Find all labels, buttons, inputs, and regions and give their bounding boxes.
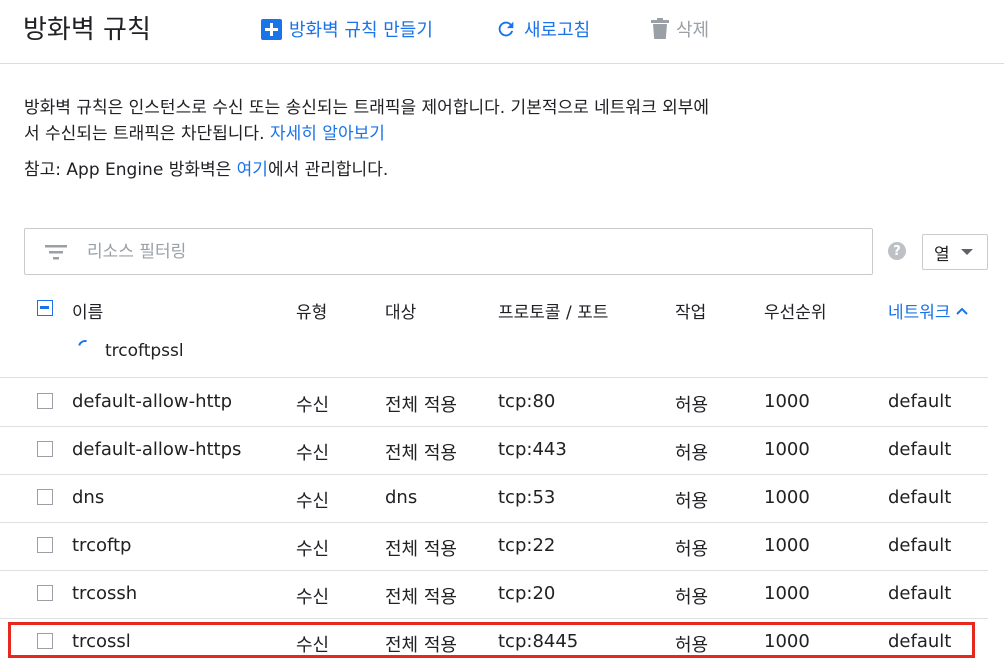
delete-button[interactable]: 삭제 [651, 14, 709, 44]
rule-protocol-port: tcp:443 [498, 439, 567, 460]
loading-spinner-icon [75, 337, 95, 357]
page-title: 방화벽 규칙 [23, 15, 151, 45]
column-header-name[interactable]: 이름 [72, 298, 103, 323]
filter-icon [45, 244, 67, 259]
table-row[interactable]: default-allow-http 수신 전체 적용 tcp:80 허용 10… [0, 378, 988, 427]
rule-protocol-port: tcp:8445 [498, 631, 579, 652]
note-suffix: 에서 관리합니다. [267, 160, 389, 180]
group-row: trcoftpssl [0, 330, 988, 378]
rule-target: 전체 적용 [385, 587, 457, 608]
row-checkbox[interactable] [37, 489, 53, 505]
add-box-icon [261, 18, 282, 40]
rule-name-link[interactable]: trcossh [72, 583, 137, 604]
rule-type: 수신 [296, 539, 330, 560]
rule-network-link[interactable]: default [888, 439, 951, 460]
rule-network-link[interactable]: default [888, 631, 951, 652]
row-checkbox[interactable] [37, 441, 53, 457]
table-row[interactable]: dns 수신 dns tcp:53 허용 1000 default [0, 474, 988, 523]
rule-protocol-port: tcp:80 [498, 391, 556, 412]
page-description: 방화벽 규칙은 인스턴스로 수신 또는 송신되는 트래픽을 제어합니다. 기본적… [24, 95, 724, 147]
note-prefix: 참고: App Engine 방화벽은 [24, 160, 237, 180]
refresh-label: 새로고침 [524, 20, 591, 41]
rule-name-link[interactable]: default-allow-https [72, 439, 241, 460]
table-row[interactable]: trcossl 수신 전체 적용 tcp:8445 허용 1000 defaul… [0, 618, 988, 666]
columns-button[interactable]: 열 [922, 234, 988, 270]
rule-type: 수신 [296, 587, 330, 608]
column-header-network-label: 네트워크 [888, 303, 951, 323]
select-all-checkbox[interactable] [37, 300, 53, 316]
rule-priority: 1000 [764, 391, 810, 412]
help-icon[interactable]: ? [888, 242, 906, 260]
create-firewall-rule-label: 방화벽 규칙 만들기 [289, 20, 433, 41]
create-firewall-rule-button[interactable]: 방화벽 규칙 만들기 [261, 14, 433, 44]
row-checkbox[interactable] [37, 585, 53, 601]
rule-priority: 1000 [764, 487, 810, 508]
rule-action: 허용 [675, 491, 709, 512]
table-row[interactable]: trcossh 수신 전체 적용 tcp:20 허용 1000 default [0, 570, 988, 619]
refresh-icon [498, 21, 514, 37]
rule-priority: 1000 [764, 631, 810, 652]
rule-network-link[interactable]: default [888, 583, 951, 604]
rule-network-link[interactable]: default [888, 391, 951, 412]
rule-action: 허용 [675, 587, 709, 608]
rule-action: 허용 [675, 539, 709, 560]
rule-priority: 1000 [764, 439, 810, 460]
columns-label: 열 [934, 244, 950, 265]
app-engine-note: 참고: App Engine 방화벽은 여기에서 관리합니다. [24, 157, 388, 183]
rule-action: 허용 [675, 395, 709, 416]
delete-label: 삭제 [676, 20, 710, 41]
table-row[interactable]: trcoftp 수신 전체 적용 tcp:22 허용 1000 default [0, 522, 988, 571]
column-header-type[interactable]: 유형 [296, 298, 327, 323]
rule-type: 수신 [296, 635, 330, 656]
column-header-target[interactable]: 대상 [385, 298, 416, 323]
row-checkbox[interactable] [37, 537, 53, 553]
column-header-protocol-port[interactable]: 프로토콜 / 포트 [498, 298, 608, 323]
group-label: trcoftpssl [105, 341, 184, 361]
row-checkbox[interactable] [37, 393, 53, 409]
rule-type: 수신 [296, 491, 330, 512]
rule-protocol-port: tcp:53 [498, 487, 556, 508]
rule-priority: 1000 [764, 583, 810, 604]
rule-protocol-port: tcp:22 [498, 535, 556, 556]
rule-name-link[interactable]: dns [72, 487, 104, 508]
table-row[interactable]: default-allow-https 수신 전체 적용 tcp:443 허용 … [0, 426, 988, 475]
rule-name-link[interactable]: trcoftp [72, 535, 131, 556]
rule-priority: 1000 [764, 535, 810, 556]
sort-ascending-icon [955, 307, 968, 315]
learn-more-link[interactable]: 자세히 알아보기 [270, 124, 385, 144]
rule-type: 수신 [296, 395, 330, 416]
rule-type: 수신 [296, 443, 330, 464]
refresh-button[interactable]: 새로고침 [495, 14, 590, 44]
rule-network-link[interactable]: default [888, 535, 951, 556]
rule-network-link[interactable]: default [888, 487, 951, 508]
column-header-network[interactable]: 네트워크 [888, 298, 968, 323]
rule-target: 전체 적용 [385, 395, 457, 416]
row-checkbox[interactable] [37, 633, 53, 649]
rule-name-link[interactable]: trcossl [72, 631, 131, 652]
trash-icon [651, 18, 669, 39]
rule-protocol-port: tcp:20 [498, 583, 556, 604]
rule-action: 허용 [675, 635, 709, 656]
rule-target: 전체 적용 [385, 443, 457, 464]
filter-input[interactable] [85, 240, 789, 263]
rule-target: dns [385, 487, 418, 508]
rule-target: 전체 적용 [385, 635, 457, 656]
rule-name-link[interactable]: default-allow-http [72, 391, 232, 412]
rule-target: 전체 적용 [385, 539, 457, 560]
rule-action: 허용 [675, 443, 709, 464]
resource-filter [24, 228, 873, 275]
app-engine-firewall-link[interactable]: 여기 [237, 160, 268, 180]
column-header-priority[interactable]: 우선순위 [764, 298, 827, 323]
column-header-action[interactable]: 작업 [675, 298, 706, 323]
page-header: 방화벽 규칙 방화벽 규칙 만들기 새로고침 삭제 [0, 0, 1004, 64]
dropdown-caret-icon [960, 249, 973, 255]
